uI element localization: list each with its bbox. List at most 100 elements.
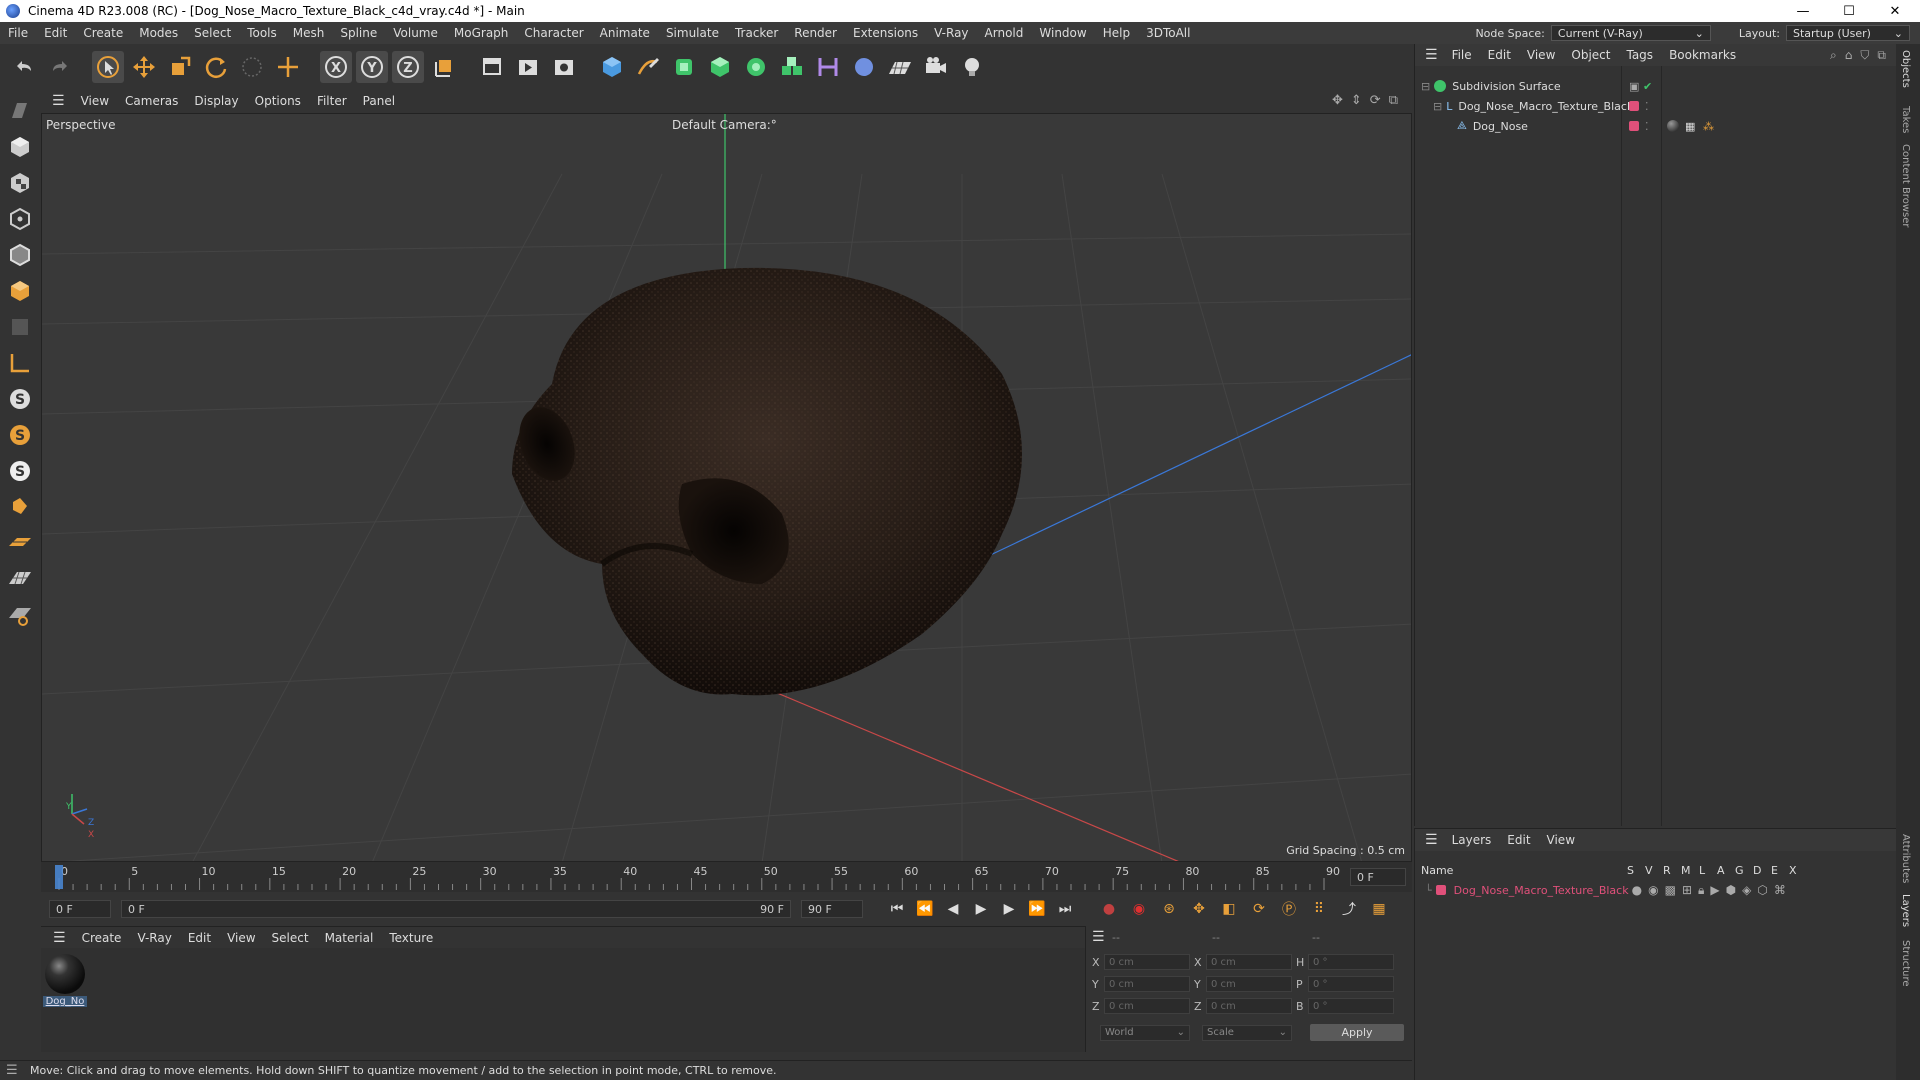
menu-edit[interactable]: Edit xyxy=(36,26,75,40)
object-menu-bookmarks[interactable]: Bookmarks xyxy=(1663,48,1742,62)
make-editable-button[interactable] xyxy=(5,96,35,126)
menu-file[interactable]: File xyxy=(0,26,36,40)
x-axis-lock-button[interactable]: X xyxy=(320,51,352,83)
menu-simulate[interactable]: Simulate xyxy=(658,26,727,40)
start-frame-field[interactable]: 0 F xyxy=(49,900,111,918)
key-rotation-icon[interactable]: ⟳ xyxy=(1247,897,1271,921)
key-pla-icon[interactable]: ⠿ xyxy=(1307,897,1331,921)
rotation-p-field[interactable]: 0 ° xyxy=(1308,976,1394,992)
viewport-menu-view[interactable]: View xyxy=(75,94,115,108)
hamburger-icon[interactable]: ☰ xyxy=(1421,47,1442,63)
previous-key-icon[interactable]: ⏪ xyxy=(913,897,937,921)
animation-play-icon[interactable]: ▶ xyxy=(1710,883,1719,898)
redo-button[interactable] xyxy=(44,51,76,83)
menu-tracker[interactable]: Tracker xyxy=(727,26,786,40)
object-menu-object[interactable]: Object xyxy=(1565,48,1616,62)
uvw-tag-icon[interactable]: ▦ xyxy=(1685,120,1695,133)
motion-system-icon[interactable]: ⤴ xyxy=(1337,897,1361,921)
filter-icon[interactable]: ⛉ xyxy=(1860,48,1869,63)
phong-tag-icon[interactable]: ⁂ xyxy=(1703,120,1714,133)
record-disabled-icon[interactable]: ● xyxy=(1097,897,1121,921)
object-menu-file[interactable]: File xyxy=(1446,48,1478,62)
transform-button[interactable] xyxy=(272,51,304,83)
layer-menu-layers[interactable]: Layers xyxy=(1446,833,1498,847)
node-space-select[interactable]: Current (V-Ray) ⌄ xyxy=(1550,25,1711,41)
viewport-menu-filter[interactable]: Filter xyxy=(311,94,353,108)
side-tab-content-browser[interactable]: Content Browser xyxy=(1900,144,1911,227)
material-swatch[interactable]: Dog_No xyxy=(43,954,87,1007)
menu-animate[interactable]: Animate xyxy=(592,26,658,40)
material-menu-select[interactable]: Select xyxy=(266,931,315,945)
visibility-dots-icon[interactable]: ⁚ xyxy=(1645,120,1649,133)
snap-settings-button[interactable]: S xyxy=(5,420,35,450)
orbit-view-icon[interactable]: ⟳ xyxy=(1370,93,1381,108)
undo-button[interactable] xyxy=(8,51,40,83)
scale-tool-button[interactable] xyxy=(164,51,196,83)
y-axis-lock-button[interactable]: Y xyxy=(356,51,388,83)
enabled-check-icon[interactable]: ✔ xyxy=(1643,80,1652,93)
select-tool-button[interactable] xyxy=(92,51,124,83)
go-to-start-icon[interactable]: ⏮ xyxy=(885,897,909,921)
menu-modes[interactable]: Modes xyxy=(131,26,186,40)
render-clapper-icon[interactable]: ▩ xyxy=(1665,883,1676,898)
layer-menu-edit[interactable]: Edit xyxy=(1501,833,1536,847)
keyframe-selection-icon[interactable]: ⊛ xyxy=(1157,897,1181,921)
camera-button[interactable] xyxy=(920,51,952,83)
expression-icon[interactable]: ⬡ xyxy=(1757,883,1767,898)
move-tool-button[interactable] xyxy=(128,51,160,83)
hamburger-icon[interactable]: ☰ xyxy=(6,1063,18,1078)
live-selection-button[interactable] xyxy=(236,51,268,83)
material-menu-material[interactable]: Material xyxy=(319,931,380,945)
render-view-button[interactable] xyxy=(476,51,508,83)
pan-view-icon[interactable]: ✥ xyxy=(1332,93,1343,108)
layer-color-swatch[interactable] xyxy=(1629,121,1639,131)
menu-mesh[interactable]: Mesh xyxy=(285,26,333,40)
menu-extensions[interactable]: Extensions xyxy=(845,26,926,40)
collapse-icon[interactable]: ⊟ xyxy=(1421,80,1430,93)
menu-render[interactable]: Render xyxy=(786,26,845,40)
cloner-button[interactable] xyxy=(740,51,772,83)
model-mode-button[interactable] xyxy=(5,132,35,162)
layer-color-swatch[interactable] xyxy=(1629,101,1639,111)
field-button[interactable] xyxy=(848,51,880,83)
layer-color-swatch[interactable] xyxy=(1435,885,1446,895)
key-scale-icon[interactable]: ◧ xyxy=(1217,897,1241,921)
key-parameter-icon[interactable]: Ⓟ xyxy=(1277,897,1301,921)
deformer-icon[interactable]: ◈ xyxy=(1742,883,1751,898)
pen-spline-button[interactable] xyxy=(632,51,664,83)
menu-select[interactable]: Select xyxy=(186,26,239,40)
extrude-button[interactable] xyxy=(704,51,736,83)
go-to-end-icon[interactable]: ⏭ xyxy=(1053,897,1077,921)
layer-row[interactable]: └ Dog_Nose_Macro_Texture_Black ● ◉ ▩ ⊞ 🔒… xyxy=(1415,881,1897,899)
solo-dot-icon[interactable]: ● xyxy=(1632,883,1642,898)
coordinate-system-button[interactable] xyxy=(428,51,460,83)
next-key-icon[interactable]: ⏩ xyxy=(1025,897,1049,921)
grid-button[interactable] xyxy=(5,564,35,594)
workplane-snap-button[interactable]: S xyxy=(5,456,35,486)
maximize-view-icon[interactable]: ⧉ xyxy=(1389,93,1398,108)
close-button[interactable]: ✕ xyxy=(1872,0,1918,22)
object-menu-view[interactable]: View xyxy=(1521,48,1561,62)
menu-help[interactable]: Help xyxy=(1095,26,1138,40)
viewport-menu-panel[interactable]: Panel xyxy=(357,94,401,108)
object-menu-tags[interactable]: Tags xyxy=(1620,48,1659,62)
workplane-button[interactable] xyxy=(5,528,35,558)
next-frame-icon[interactable]: ▶ xyxy=(997,897,1021,921)
xref-icon[interactable]: ⌘ xyxy=(1774,883,1786,898)
lock-icon[interactable]: 🔒︎ xyxy=(1698,883,1704,898)
points-mode-button[interactable] xyxy=(5,204,35,234)
dolly-view-icon[interactable]: ⇕ xyxy=(1351,93,1362,108)
dog-nose-model[interactable] xyxy=(510,267,1022,696)
rotation-b-field[interactable]: 0 ° xyxy=(1308,998,1394,1014)
layout-select[interactable]: Startup (User) ⌄ xyxy=(1786,25,1910,41)
timeline-icon[interactable]: ▦ xyxy=(1367,897,1391,921)
object-row-dog-nose[interactable]: ⟁ Dog_Nose ⁚ ▦ ⁂ xyxy=(1415,116,1897,136)
side-tab-layers[interactable]: Layers xyxy=(1900,894,1911,927)
current-frame-field[interactable]: 0 F xyxy=(1350,868,1406,886)
texture-mode-button[interactable] xyxy=(5,168,35,198)
viewport-menu-options[interactable]: Options xyxy=(249,94,307,108)
rotation-h-field[interactable]: 0 ° xyxy=(1308,954,1394,970)
layer-menu-view[interactable]: View xyxy=(1541,833,1581,847)
object-row-subdivision-surface[interactable]: ⊟ Subdivision Surface ▣ ✔ xyxy=(1415,76,1897,96)
locked-workplane-button[interactable] xyxy=(5,600,35,630)
